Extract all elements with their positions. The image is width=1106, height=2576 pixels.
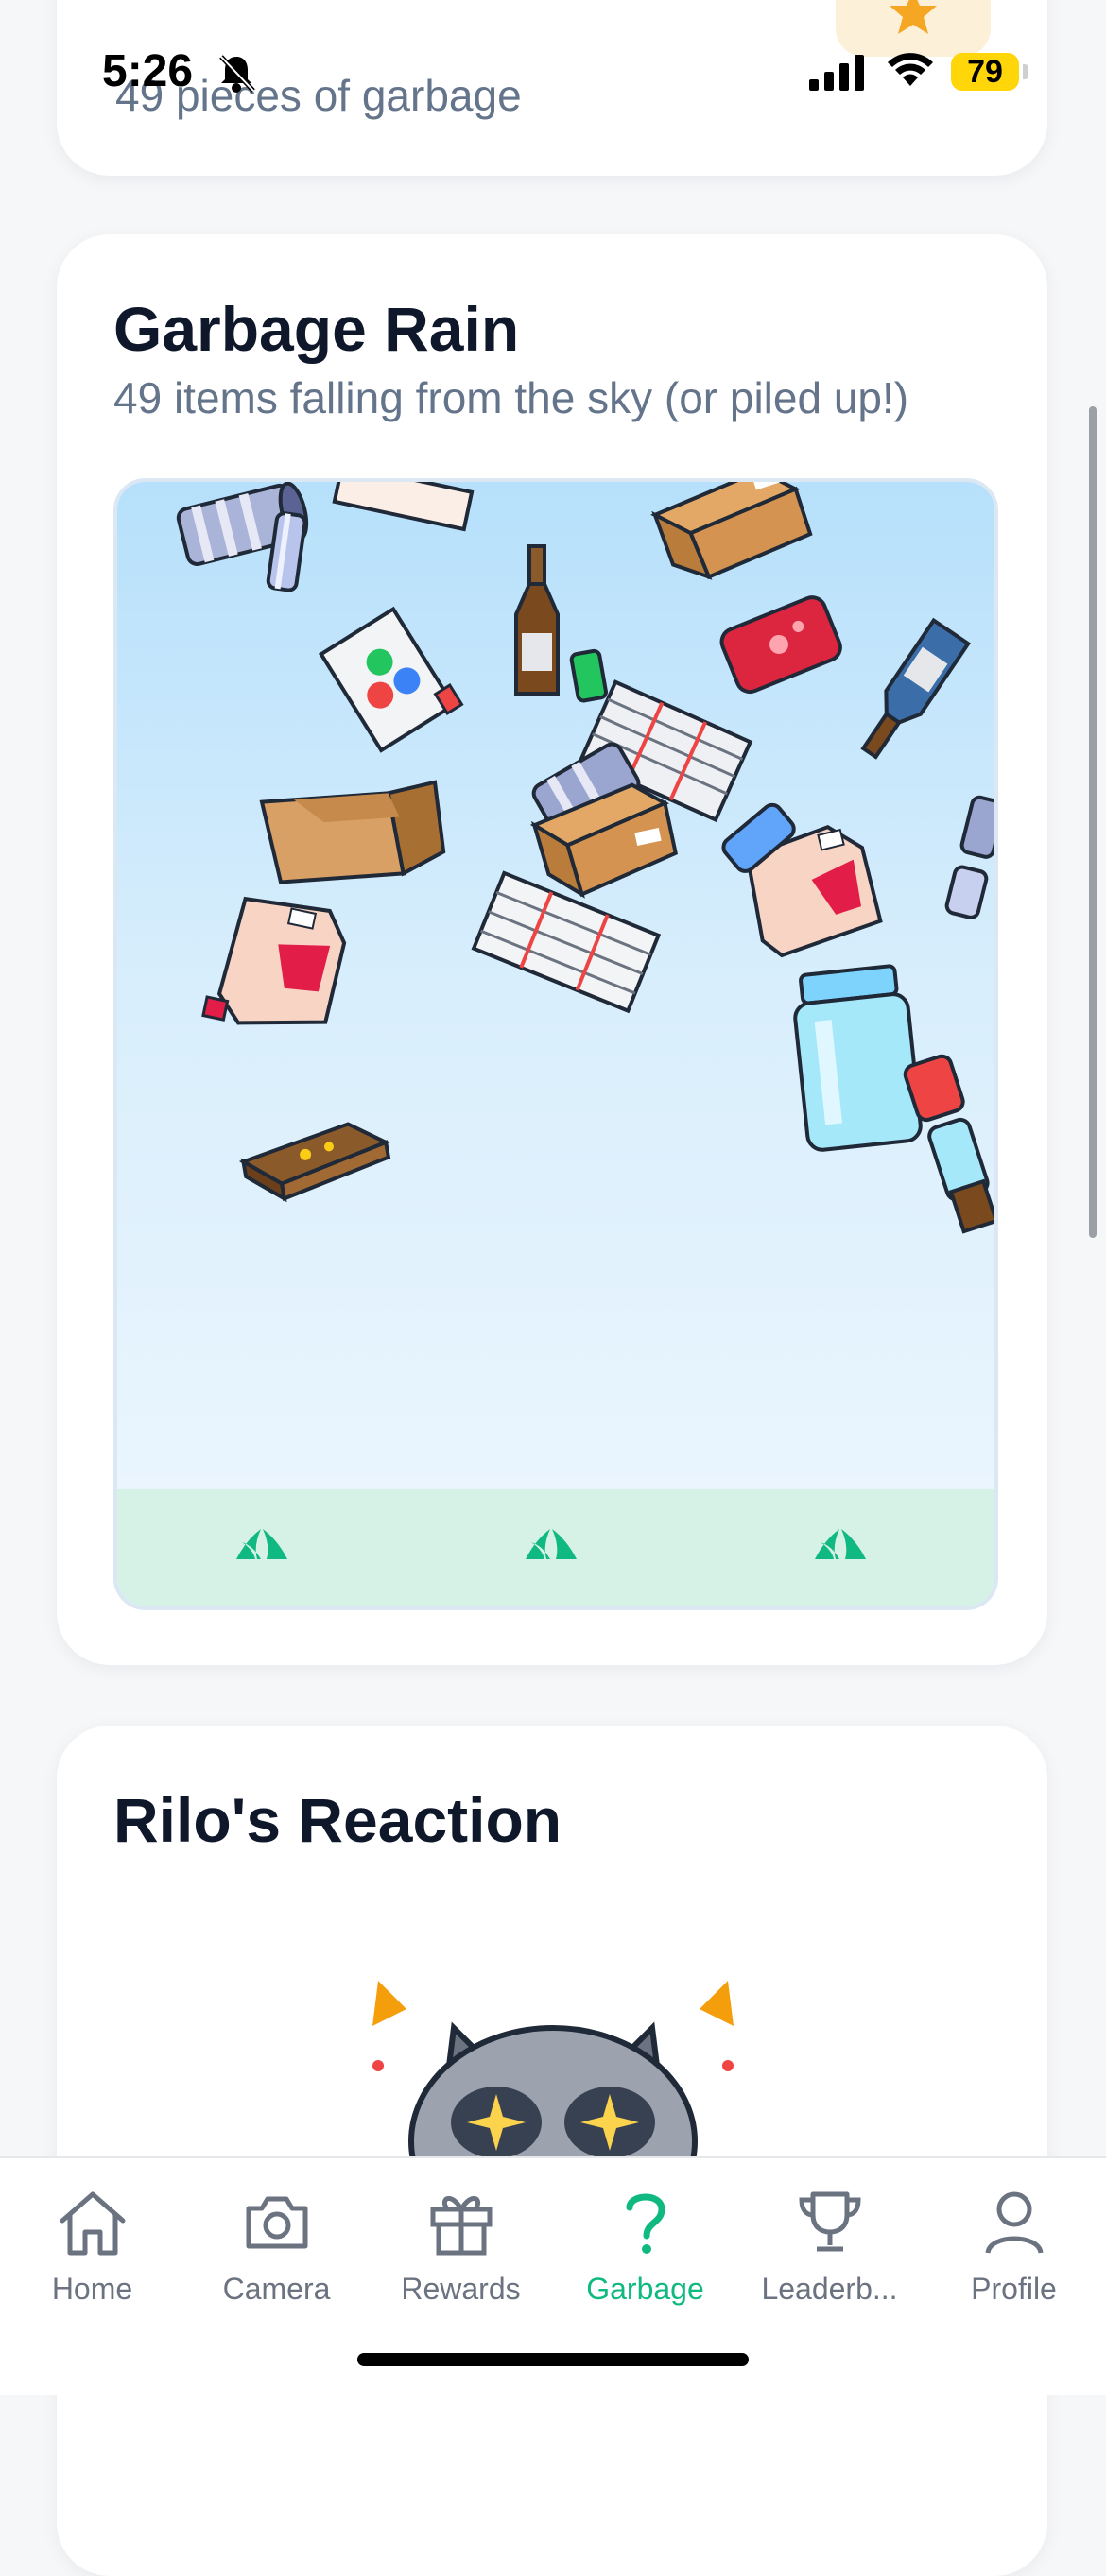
nav-item-leaderboard[interactable]: Leaderb... [737, 2177, 922, 2307]
cardboard-box-icon [650, 482, 813, 580]
status-time: 5:26 [102, 46, 194, 96]
nav-label: Camera [222, 2272, 331, 2306]
home-icon [60, 2191, 125, 2256]
grass-icon [526, 1529, 577, 1559]
grass-icon [815, 1529, 866, 1559]
garbage-rain-title: Garbage Rain [113, 294, 520, 364]
battery-level: 79 [951, 53, 1019, 91]
nav-label: Garbage [586, 2272, 704, 2306]
reaction-title: Rilo's Reaction [113, 1785, 562, 1855]
reaction-card: Rilo's Reaction [57, 1726, 1047, 2576]
nav-label: Rewards [401, 2272, 521, 2306]
nav-label: Leaderb... [761, 2272, 898, 2306]
nav-item-camera[interactable]: Camera [184, 2177, 369, 2307]
pizza-box-icon [238, 1122, 391, 1203]
stats-number: 498 [113, 0, 274, 12]
paper-box-icon [332, 482, 475, 532]
person-icon [985, 2191, 1043, 2254]
glass-bottle-icon [514, 544, 560, 696]
detergent-jug-icon [201, 896, 347, 1025]
garbage-rain-card: Garbage Rain 49 items falling from the s… [57, 234, 1047, 1665]
ground-strip [117, 1489, 994, 1606]
raccoon-mascot-icon [372, 1981, 734, 2170]
garbage-rain-subtitle: 49 items falling from the sky (or piled … [113, 373, 909, 422]
trophy-icon [798, 2191, 861, 2252]
cardboard-box-icon [259, 780, 446, 884]
gift-icon [430, 2196, 492, 2256]
bell-slash-icon [219, 55, 255, 93]
nav-item-profile[interactable]: Profile [922, 2177, 1106, 2307]
star-icon [890, 0, 937, 34]
nav-label: Profile [971, 2272, 1057, 2306]
grass-icon [236, 1529, 287, 1559]
garbage-rain-scene [113, 478, 998, 1610]
scrollbar[interactable] [1089, 406, 1097, 1238]
star-badge [836, 0, 991, 57]
nav-item-rewards[interactable]: Rewards [369, 2177, 553, 2307]
nav-label: Home [51, 2272, 133, 2306]
battery-nub [1023, 64, 1028, 79]
question-icon [626, 2193, 665, 2254]
soda-can-icon [944, 795, 994, 919]
nav-item-garbage[interactable]: Garbage [553, 2177, 737, 2307]
camera-icon [246, 2196, 307, 2249]
wifi-icon [888, 53, 933, 86]
milk-carton-icon [318, 606, 464, 753]
home-indicator[interactable] [357, 2353, 749, 2366]
soda-can-icon [719, 595, 842, 695]
glass-bottle-icon [860, 617, 971, 760]
nav-item-home[interactable]: Home [0, 2177, 184, 2307]
signal-icon [809, 55, 864, 91]
